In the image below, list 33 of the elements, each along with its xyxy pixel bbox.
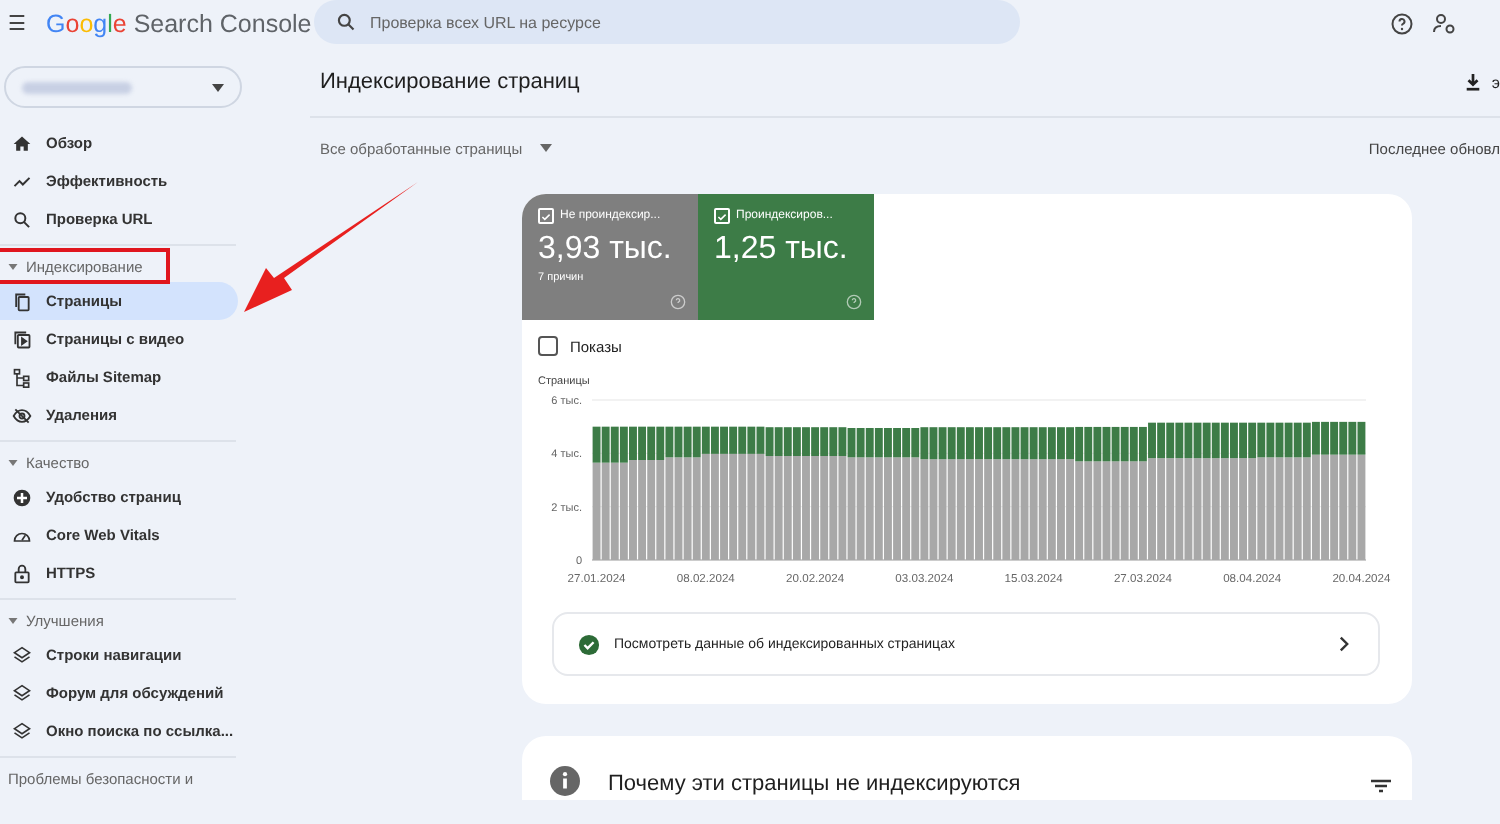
section-title: Почему эти страницы не индексируются [608,772,1021,796]
diamond-icon [12,683,32,703]
download-icon[interactable] [1463,72,1482,92]
circle-icon [12,487,32,507]
search-field[interactable]: Проверка всех URL на ресурсе [314,0,1020,44]
help-icon[interactable] [1390,12,1414,36]
diamond-icon [12,721,32,741]
search-icon [336,12,356,32]
sitemap-icon [12,367,32,387]
google-search-console-logo: Google Search Console [46,10,306,38]
video-icon [12,329,32,349]
export-label[interactable]: э [1491,73,1500,91]
caret-icon [8,617,18,623]
caret-icon [8,459,18,465]
page-title: Индексирование страниц [320,70,580,94]
trend-icon [12,171,32,191]
chevron-right-icon [1338,636,1350,652]
filter-icon[interactable] [1370,778,1392,794]
caret-icon [540,144,553,152]
lock-icon [12,563,32,583]
menu-icon[interactable]: ☰ [8,12,28,36]
user-settings-icon[interactable] [1432,12,1458,36]
caret-icon [212,83,224,91]
check-circle-icon [578,633,600,655]
tile-value: 1,25 тыс. [714,232,850,268]
pages-icon [12,291,32,311]
tile-value: 3,93 тыс. [538,232,674,268]
checkbox[interactable] [538,336,558,356]
eye-off-icon [12,405,32,425]
search-icon [12,209,32,229]
caret-icon [8,263,18,269]
home-icon [12,133,32,153]
diamond-icon [12,645,32,665]
